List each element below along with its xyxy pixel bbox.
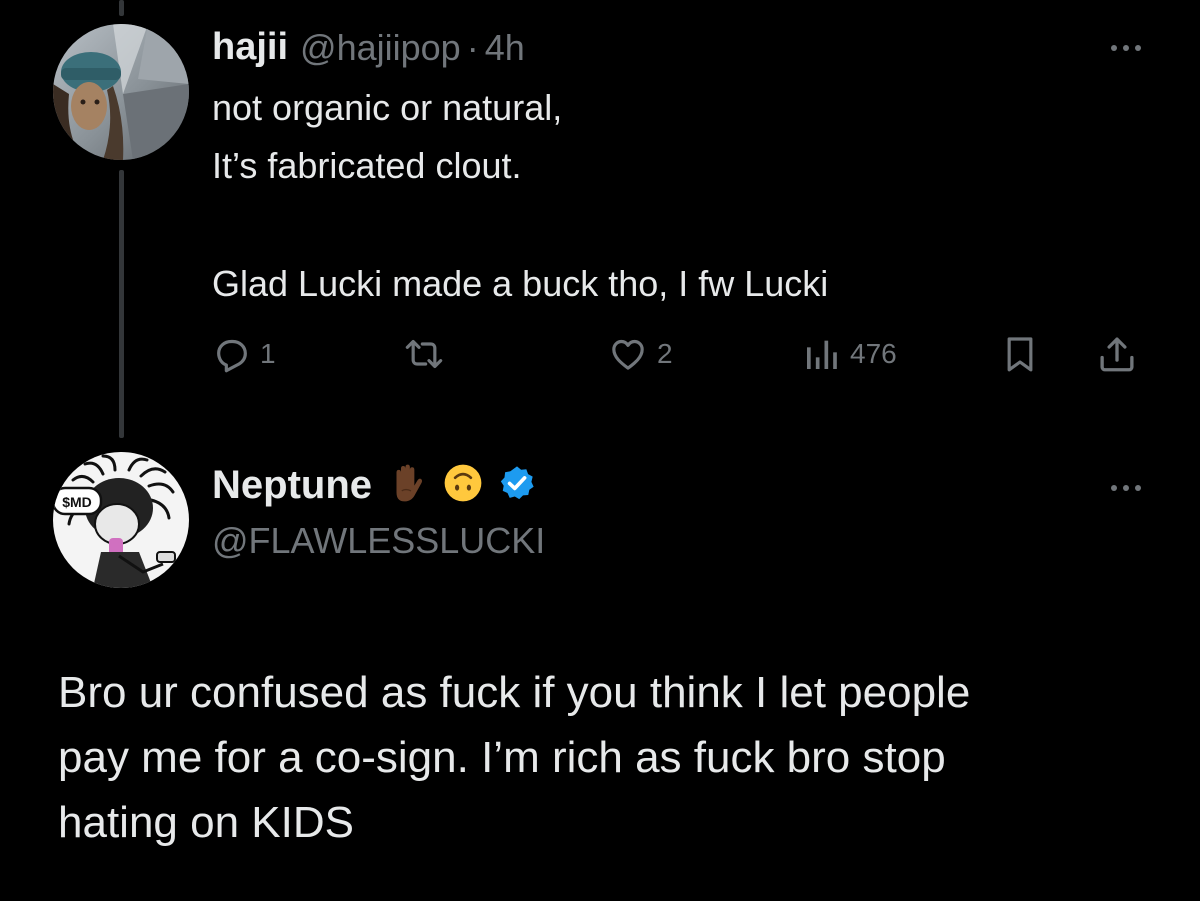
view-count: 476 xyxy=(850,338,897,369)
separator-dot: · xyxy=(466,26,479,68)
verified-badge-icon[interactable] xyxy=(498,464,536,507)
bookmark-icon xyxy=(1007,337,1033,372)
tweet-header-neptune: Neptune xyxy=(212,462,536,509)
tweet-actions: 1 2 476 xyxy=(212,330,1142,378)
retweet-button[interactable] xyxy=(402,330,454,378)
tweet-text-line-3: Glad Lucki made a buck tho, I fw Lucki xyxy=(212,263,829,304)
like-count: 2 xyxy=(657,338,673,369)
tweet-text-line-1: not organic or natural, xyxy=(212,87,563,128)
share-icon xyxy=(1100,337,1134,372)
more-options-icon[interactable] xyxy=(1098,476,1154,500)
upside-down-face-emoji xyxy=(442,462,484,509)
reply-tweet-text: Bro ur confused as fuck if you think I l… xyxy=(58,660,970,855)
views-button[interactable]: 476 xyxy=(802,330,897,378)
raised-hand-dark-skin-emoji xyxy=(386,462,428,509)
display-name[interactable]: Neptune xyxy=(212,463,372,508)
reply-text-line-3: hating on KIDS xyxy=(58,798,354,847)
like-button[interactable]: 2 xyxy=(607,330,673,378)
avatar-hajii[interactable] xyxy=(53,24,189,160)
reply-icon xyxy=(217,339,247,373)
reply-count: 1 xyxy=(260,338,276,369)
display-name[interactable]: hajii xyxy=(212,26,288,69)
avatar-cartoon: $MD xyxy=(53,452,189,588)
tweet-text-line-2: It’s fabricated clout. xyxy=(212,145,522,186)
timestamp[interactable]: 4h xyxy=(485,27,525,69)
thread-line-top xyxy=(119,0,124,16)
share-button[interactable] xyxy=(1096,330,1138,378)
reply-text-line-1: Bro ur confused as fuck if you think I l… xyxy=(58,668,971,717)
more-options-icon[interactable] xyxy=(1098,36,1154,60)
avatar-photo xyxy=(53,24,189,160)
tweet-header-hajii: hajii @hajiipop · 4h xyxy=(212,26,525,69)
heart-icon xyxy=(612,339,644,370)
views-chart-icon xyxy=(807,340,837,369)
avatar-neptune[interactable]: $MD xyxy=(53,452,189,588)
bookmark-button[interactable] xyxy=(1000,330,1040,378)
user-handle[interactable]: @hajiipop xyxy=(300,27,461,69)
user-handle[interactable]: @FLAWLESSLUCKI xyxy=(212,520,545,562)
reply-text-line-2: pay me for a co-sign. I’m rich as fuck b… xyxy=(58,733,946,782)
thread-line xyxy=(119,170,124,438)
retweet-icon xyxy=(405,339,443,369)
avatar-label: $MD xyxy=(62,494,92,510)
reply-button[interactable]: 1 xyxy=(212,330,276,378)
